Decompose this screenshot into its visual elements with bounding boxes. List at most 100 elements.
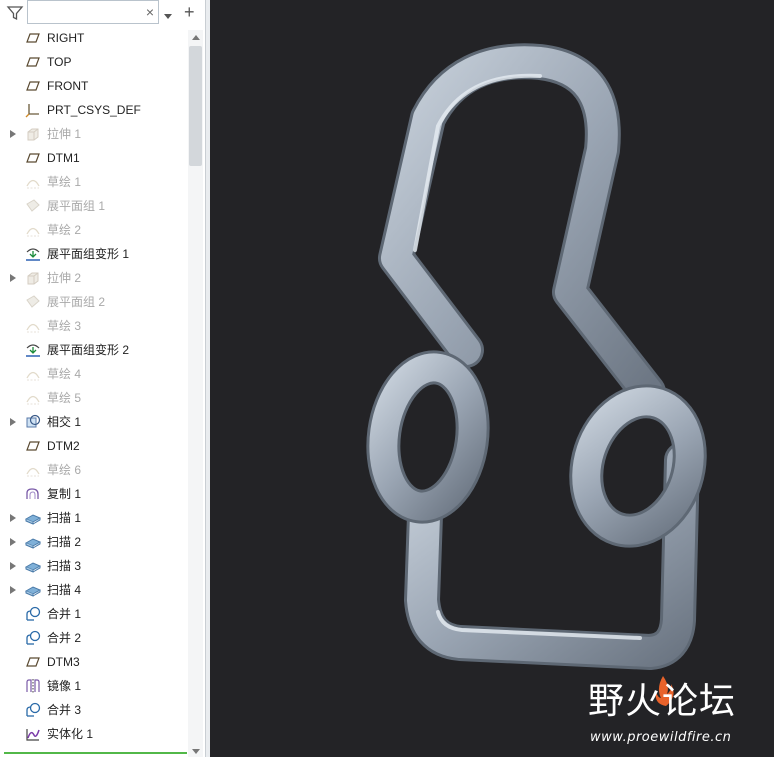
model-loop-left (366, 350, 490, 524)
tree-item-label: 草绘 2 (47, 223, 82, 237)
tree-item-label: 草绘 5 (47, 391, 82, 405)
flatten-quilt-icon (25, 294, 41, 310)
tree-item[interactable]: 扫描 3 (0, 554, 188, 578)
forum-watermark: 野火论坛 www.proewildfire.cn (588, 676, 768, 754)
tree-item[interactable]: DTM3 (0, 650, 188, 674)
tree-item[interactable]: DTM2 (0, 434, 188, 458)
model-tree-panel: × + RIGHT TOP FRONT PRT_CSYS_DEF 拉伸 1 DTM1 草绘 … (0, 0, 205, 757)
extrude-icon (25, 126, 41, 142)
datum-plane-icon (25, 54, 41, 70)
scroll-up-icon[interactable] (192, 35, 200, 40)
tree-item[interactable]: 草绘 2 (0, 218, 188, 242)
tree-item[interactable]: 合并 1 (0, 602, 188, 626)
tree-item-label: 扫描 1 (47, 511, 82, 525)
sketch-icon (25, 318, 41, 334)
tree-item[interactable]: TOP (0, 50, 188, 74)
tree-item-label: 草绘 6 (47, 463, 82, 477)
search-field[interactable]: × (27, 0, 159, 24)
tree-item[interactable]: 扫描 1 (0, 506, 188, 530)
tree-item[interactable]: 草绘 4 (0, 362, 188, 386)
tree-item-label: 扫描 3 (47, 559, 82, 573)
graphics-viewport[interactable]: 野火论坛 www.proewildfire.cn (210, 0, 774, 757)
tree-item-label: PRT_CSYS_DEF (47, 103, 141, 117)
tree-item[interactable]: 拉伸 2 (0, 266, 188, 290)
tree-item[interactable]: 拉伸 1 (0, 122, 188, 146)
tree-item[interactable]: 合并 3 (0, 698, 188, 722)
merge-icon (25, 630, 41, 646)
merge-icon (25, 702, 41, 718)
chevron-down-icon[interactable] (163, 8, 173, 26)
sketch-icon (25, 366, 41, 382)
tree-item-label: 复制 1 (47, 487, 82, 501)
insert-indicator (4, 752, 187, 754)
datum-plane-icon (25, 30, 41, 46)
sketch-icon (25, 222, 41, 238)
add-icon[interactable]: + (184, 3, 195, 21)
tree-item-label: TOP (47, 55, 72, 69)
tree-item-label: FRONT (47, 79, 89, 93)
expand-arrow-icon[interactable] (10, 586, 16, 594)
tree-item-label: 扫描 4 (47, 583, 82, 597)
tree-item[interactable]: DTM1 (0, 146, 188, 170)
tree-item-label: 相交 1 (47, 415, 82, 429)
tree-item-label: 草绘 4 (47, 367, 82, 381)
sketch-icon (25, 174, 41, 190)
tree-item-label: DTM3 (47, 655, 80, 669)
scroll-thumb[interactable] (189, 46, 202, 166)
tree-item[interactable]: 草绘 1 (0, 170, 188, 194)
merge-icon (25, 606, 41, 622)
expand-arrow-icon[interactable] (10, 274, 16, 282)
tree-item-label: 合并 2 (47, 631, 82, 645)
filter-icon[interactable] (6, 4, 24, 22)
tree-item[interactable]: 展平面组 1 (0, 194, 188, 218)
datum-plane-icon (25, 654, 41, 670)
tree-item[interactable]: 草绘 3 (0, 314, 188, 338)
tree-item[interactable]: 扫描 2 (0, 530, 188, 554)
tree-item[interactable]: 镜像 1 (0, 674, 188, 698)
datum-plane-icon (25, 150, 41, 166)
tree-item-label: DTM2 (47, 439, 80, 453)
flatten-deform-icon (25, 342, 41, 358)
copy-icon (25, 486, 41, 502)
sketch-icon (25, 390, 41, 406)
tree-item[interactable]: 实体化 1 (0, 722, 188, 746)
tree-item[interactable]: PRT_CSYS_DEF (0, 98, 188, 122)
model-tree: RIGHT TOP FRONT PRT_CSYS_DEF 拉伸 1 DTM1 草绘 1 展平面… (0, 26, 188, 754)
tree-item[interactable]: 复制 1 (0, 482, 188, 506)
expand-arrow-icon[interactable] (10, 130, 16, 138)
tree-item-label: 展平面组变形 1 (47, 247, 130, 261)
solidify-icon (25, 726, 41, 742)
tree-item[interactable]: 草绘 5 (0, 386, 188, 410)
intersect-icon (25, 414, 41, 430)
watermark-url: www.proewildfire.cn (590, 730, 732, 745)
expand-arrow-icon[interactable] (10, 562, 16, 570)
tree-item-label: 草绘 3 (47, 319, 82, 333)
expand-arrow-icon[interactable] (10, 538, 16, 546)
tree-item[interactable]: FRONT (0, 74, 188, 98)
tree-item-label: 拉伸 2 (47, 271, 82, 285)
tree-item[interactable]: 扫描 4 (0, 578, 188, 602)
clear-icon[interactable]: × (146, 4, 154, 20)
expand-arrow-icon[interactable] (10, 418, 16, 426)
scroll-down-icon[interactable] (192, 749, 200, 754)
tree-item-label: 扫描 2 (47, 535, 82, 549)
model-tree-toolbar: × + (0, 0, 205, 26)
flatten-deform-icon (25, 246, 41, 262)
csys-icon (25, 102, 41, 118)
tree-item[interactable]: 展平面组 2 (0, 290, 188, 314)
datum-plane-icon (25, 438, 41, 454)
search-input[interactable] (32, 4, 144, 22)
tree-item[interactable]: 展平面组变形 2 (0, 338, 188, 362)
tree-scrollbar[interactable] (188, 30, 203, 757)
tree-item[interactable]: 相交 1 (0, 410, 188, 434)
tree-item[interactable]: 草绘 6 (0, 458, 188, 482)
tree-item[interactable]: 展平面组变形 1 (0, 242, 188, 266)
tree-item[interactable]: 合并 2 (0, 626, 188, 650)
watermark-title: 野火论坛 (588, 681, 737, 722)
tree-item-label: 展平面组变形 2 (47, 343, 130, 357)
tree-item-label: 合并 1 (47, 607, 82, 621)
tree-item-label: 拉伸 1 (47, 127, 82, 141)
datum-plane-icon (25, 78, 41, 94)
expand-arrow-icon[interactable] (10, 514, 16, 522)
tree-item[interactable]: RIGHT (0, 26, 188, 50)
